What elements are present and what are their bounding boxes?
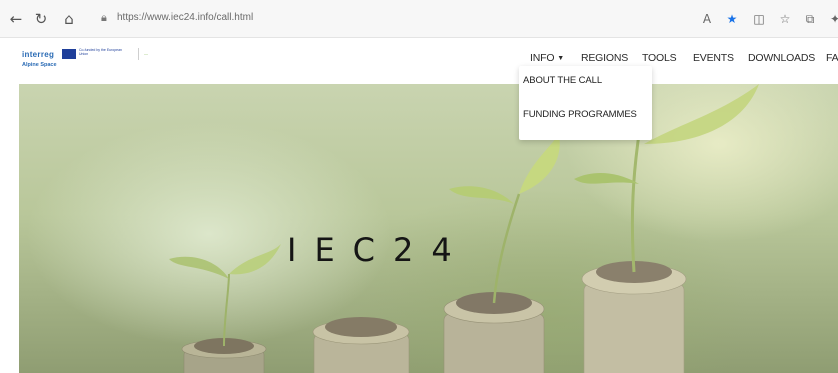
logo-eu-text: Co-funded by the European Union: [79, 48, 123, 56]
hero-title: IEC24: [287, 231, 470, 269]
hero-plants-illustration: [169, 84, 759, 373]
nav-events[interactable]: EVENTS: [693, 52, 734, 68]
split-screen-icon[interactable]: ◫: [750, 10, 768, 28]
logo-subtitle: Alpine Space: [22, 62, 57, 68]
logo-partner-mark: —: [144, 51, 148, 56]
home-icon[interactable]: ⌂: [59, 9, 79, 29]
extensions-icon[interactable]: ✦: [826, 10, 838, 28]
read-aloud-icon[interactable]: A: [698, 10, 716, 28]
menu-item-funding-programmes[interactable]: FUNDING PROGRAMMES: [523, 104, 648, 126]
address-bar[interactable]: https://www.iec24.info/call.html: [117, 7, 537, 29]
favorite-star-icon[interactable]: ★: [723, 10, 741, 28]
nav-downloads[interactable]: DOWNLOADS: [748, 52, 815, 68]
logo-brand: interreg: [22, 50, 55, 59]
hero-banner: IEC24: [19, 84, 838, 373]
site-header: interreg Co-funded by the European Union…: [0, 38, 838, 84]
eu-flag-icon: [62, 49, 76, 59]
lock-icon[interactable]: 🔒︎: [101, 9, 113, 27]
menu-item-about-the-call[interactable]: ABOUT THE CALL: [523, 70, 648, 92]
back-icon[interactable]: ←: [6, 9, 26, 29]
chevron-down-icon: ▼: [557, 55, 565, 62]
nav-info-label: INFO: [530, 52, 555, 64]
collections-icon[interactable]: ⧉: [801, 10, 819, 28]
favorites-icon[interactable]: ☆: [776, 10, 794, 28]
refresh-icon[interactable]: ↻: [31, 9, 51, 29]
logo-divider: [138, 48, 139, 60]
browser-toolbar: ← ↻ ⌂ 🔒︎ https://www.iec24.info/call.htm…: [0, 0, 838, 38]
info-dropdown-menu: ABOUT THE CALL FUNDING PROGRAMMES: [519, 66, 652, 140]
site-logo[interactable]: interreg Co-funded by the European Union…: [22, 47, 172, 75]
nav-fa[interactable]: FA: [826, 52, 838, 68]
